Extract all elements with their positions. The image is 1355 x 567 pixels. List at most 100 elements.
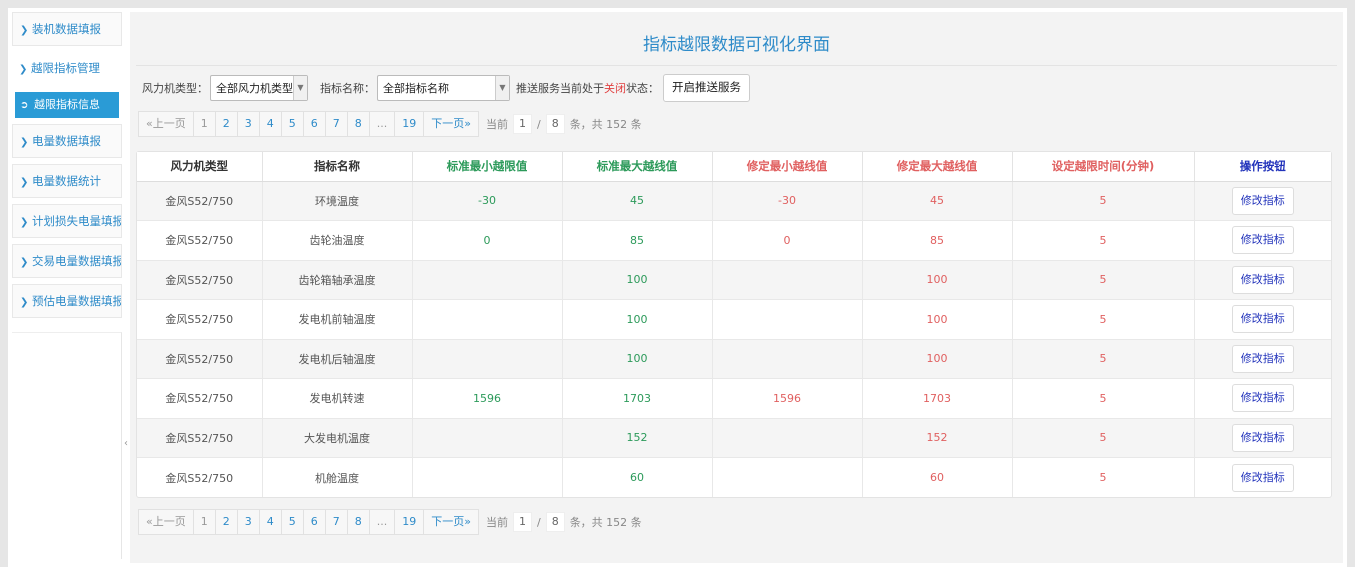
header-rev-min: 修定最小越线值 — [712, 152, 863, 182]
cell-indicator-name: 齿轮油温度 — [262, 220, 413, 260]
cell-turbine-type: 金风S52/750 — [137, 417, 263, 458]
start-push-button[interactable]: 开启推送服务 — [663, 74, 750, 102]
cell-turbine-type: 金风S52/750 — [137, 338, 263, 379]
page-button[interactable]: 5 — [280, 509, 304, 535]
filter-bar: 风力机类型： 全部风力机类型 ▼ 指标名称： 全部指标名称 ▼ 推送服务当前处于… — [136, 66, 1337, 110]
prev-page-button[interactable]: «上一页 — [138, 509, 194, 535]
indicator-label: 指标名称： — [320, 82, 375, 95]
page-button[interactable]: 2 — [214, 509, 238, 535]
cell-rev-min: 0 — [712, 220, 863, 260]
page-button[interactable]: 7 — [324, 509, 348, 535]
sidebar-item-install-data[interactable]: ❯ 装机数据填报 — [12, 12, 122, 46]
sidebar-item-planned-loss[interactable]: ❯ 计划损失电量填报 — [12, 204, 122, 238]
cell-std-min — [412, 457, 563, 497]
cell-std-min: 1596 — [412, 378, 563, 418]
pagination-bottom: «上一页 1 2 3 4 5 6 7 8 ... 19 下一页» 当前 1 / … — [136, 508, 1337, 536]
page-button[interactable]: 6 — [302, 111, 326, 137]
cell-rev-max: 1703 — [862, 378, 1013, 418]
prev-page-button[interactable]: «上一页 — [138, 111, 194, 137]
edit-indicator-button[interactable]: 修改指标 — [1231, 463, 1294, 492]
page-button[interactable]: 8 — [346, 111, 370, 137]
sidebar-collapse-icon[interactable]: ‹ — [122, 438, 130, 449]
cell-rev-min — [712, 299, 863, 339]
page-button[interactable]: 19 — [394, 509, 425, 535]
chevron-right-icon: ❯ — [20, 297, 29, 308]
chevron-right-icon: ❯ — [20, 257, 29, 268]
page-title: 指标越限数据可视化界面 — [136, 12, 1337, 66]
sidebar-item-limit-management[interactable]: ❯ 越限指标管理 — [12, 52, 122, 86]
edit-indicator-button[interactable]: 修改指标 — [1231, 265, 1294, 294]
push-status-prefix: 推送服务当前处于 — [516, 82, 604, 95]
cell-std-max: 100 — [562, 299, 713, 339]
cell-std-min — [412, 338, 563, 379]
cell-rev-min — [712, 417, 863, 458]
sidebar-item-trade-power[interactable]: ❯ 交易电量数据填报 — [12, 244, 122, 278]
edit-indicator-button[interactable]: 修改指标 — [1231, 423, 1294, 452]
next-page-button[interactable]: 下一页» — [423, 509, 479, 535]
page-button[interactable]: 5 — [280, 111, 304, 137]
page-button[interactable]: 8 — [346, 509, 370, 535]
cell-limit-time: 5 — [1012, 180, 1195, 221]
cell-rev-max: 60 — [862, 457, 1013, 497]
cell-limit-time: 5 — [1012, 259, 1195, 300]
turbine-type-select[interactable]: 全部风力机类型 ▼ — [210, 75, 308, 101]
sidebar-item-power-data-entry[interactable]: ❯ 电量数据填报 — [12, 124, 122, 158]
table-body: 金风S52/750 环境温度 -30 45 -30 45 5 修改指标 金风S52/750 齿轮油… — [137, 180, 1331, 497]
sidebar-item-power-data-stats[interactable]: ❯ 电量数据统计 — [12, 164, 122, 198]
cell-turbine-type: 金风S52/750 — [137, 180, 263, 221]
table-row: 金风S52/750 环境温度 -30 45 -30 45 5 修改指标 — [137, 180, 1331, 221]
cell-turbine-type: 金风S52/750 — [137, 378, 263, 418]
cell-actions: 修改指标 — [1194, 180, 1331, 221]
page: ❯ 装机数据填报 ❯ 越限指标管理 ➲ 越限指标信息 ❯ 电量数据填报 ❯ 电量数据统计 … — [8, 8, 1347, 567]
cell-indicator-name: 机舱温度 — [262, 457, 413, 497]
data-table: 风力机类型 指标名称 标准最小越限值 标准最大越线值 修定最小越线值 修定最大越线值 设定越… — [136, 151, 1332, 498]
page-button[interactable]: 3 — [236, 111, 260, 137]
page-button[interactable]: 4 — [258, 111, 282, 137]
table-row: 金风S52/750 发电机后轴温度 100 100 5 修改指标 — [137, 338, 1331, 379]
page-button[interactable]: 1 — [192, 509, 216, 535]
edit-indicator-button[interactable]: 修改指标 — [1231, 305, 1294, 334]
page-button[interactable]: 4 — [258, 509, 282, 535]
cell-turbine-type: 金风S52/750 — [137, 299, 263, 339]
sidebar-item-estimated-power[interactable]: ❯ 预估电量数据填报 — [12, 284, 122, 318]
total-pages-value: 8 — [545, 114, 565, 134]
page-button[interactable]: 3 — [236, 509, 260, 535]
sidebar-item-label: 计划损失电量填报 — [32, 214, 122, 228]
cell-std-max: 152 — [562, 417, 713, 458]
sidebar-blank — [12, 332, 122, 559]
pagination-top: «上一页 1 2 3 4 5 6 7 8 ... 19 下一页» 当前 1 / … — [136, 110, 1337, 138]
chevron-right-icon: ❯ — [20, 25, 29, 36]
cell-std-max: 1703 — [562, 378, 713, 418]
cell-limit-time: 5 — [1012, 338, 1195, 379]
cell-std-min — [412, 299, 563, 339]
cell-actions: 修改指标 — [1194, 220, 1331, 260]
page-button[interactable]: 7 — [324, 111, 348, 137]
push-status-suffix: 状态： — [626, 82, 659, 95]
edit-indicator-button[interactable]: 修改指标 — [1231, 344, 1294, 373]
page-button[interactable]: 19 — [394, 111, 425, 137]
table-row: 金风S52/750 发电机转速 1596 1703 1596 1703 5 修改指标 — [137, 378, 1331, 418]
current-page-value: 1 — [512, 512, 532, 532]
cell-indicator-name: 发电机后轴温度 — [262, 338, 413, 379]
sidebar-item-label: 越限指标信息 — [34, 98, 100, 111]
edit-indicator-button[interactable]: 修改指标 — [1231, 226, 1294, 255]
page-button[interactable]: 2 — [214, 111, 238, 137]
edit-indicator-button[interactable]: 修改指标 — [1231, 384, 1294, 413]
sidebar-item-label: 电量数据填报 — [32, 134, 101, 148]
sidebar-item-limit-info[interactable]: ➲ 越限指标信息 — [15, 92, 119, 118]
total-count: 条，共 152 条 — [569, 516, 642, 529]
cell-indicator-name: 环境温度 — [262, 180, 413, 221]
page-button[interactable]: 1 — [192, 111, 216, 137]
indicator-select[interactable]: 全部指标名称 ▼ — [377, 75, 510, 101]
edit-indicator-button[interactable]: 修改指标 — [1231, 186, 1294, 215]
page-ellipsis: ... — [368, 111, 396, 137]
current-page-value: 1 — [512, 114, 532, 134]
cell-rev-max: 100 — [862, 338, 1013, 379]
turbine-type-value: 全部风力机类型 — [216, 82, 293, 95]
page-info: 当前 1 / 8 条，共 152 条 — [486, 512, 642, 532]
page-button[interactable]: 6 — [302, 509, 326, 535]
sidebar-item-label: 越限指标管理 — [31, 61, 100, 75]
next-page-button[interactable]: 下一页» — [423, 111, 479, 137]
cell-std-min — [412, 259, 563, 300]
cell-std-max: 85 — [562, 220, 713, 260]
